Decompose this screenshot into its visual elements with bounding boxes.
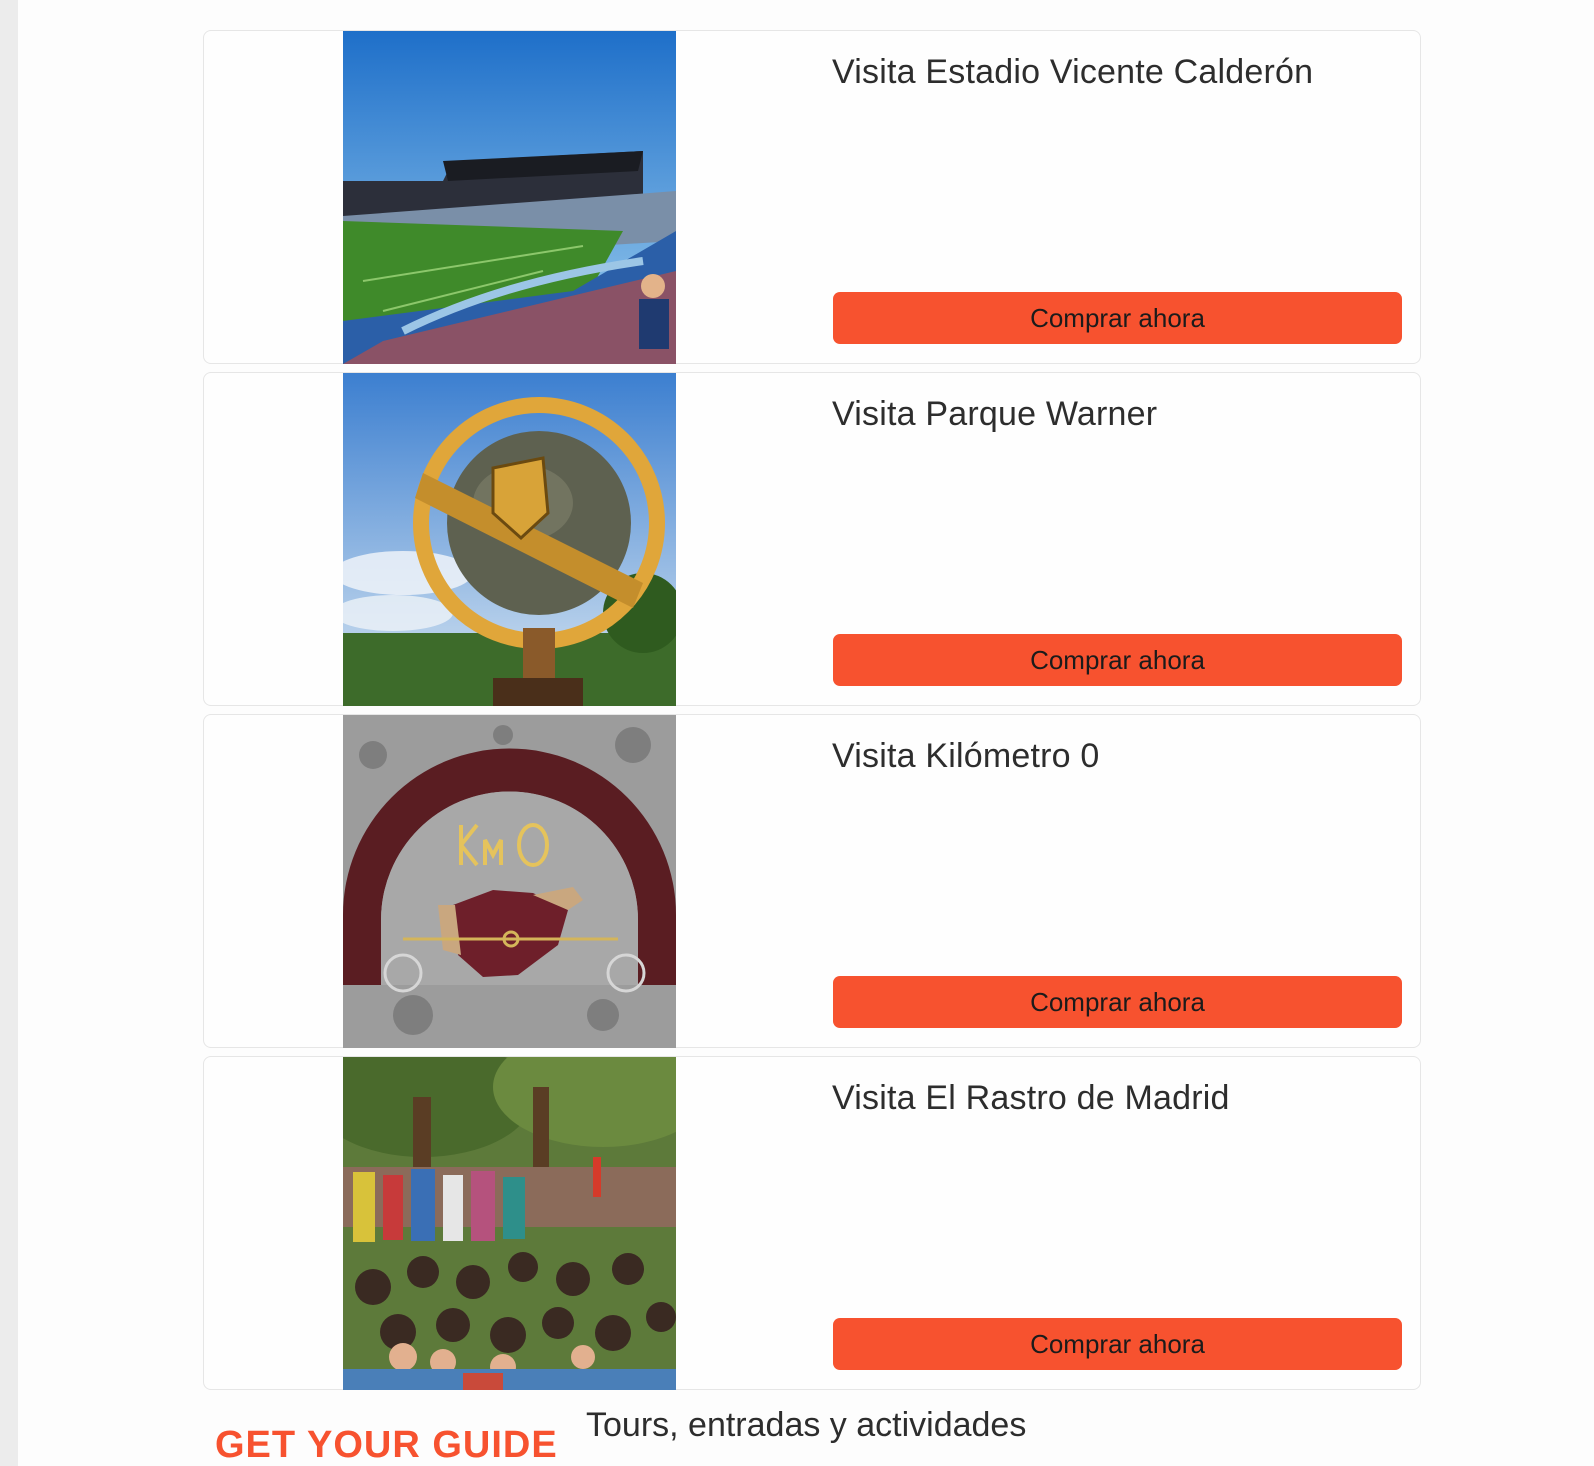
activity-title: Visita Parque Warner xyxy=(832,395,1158,433)
buy-now-button[interactable]: Comprar ahora xyxy=(833,1318,1402,1370)
getyourguide-logo[interactable]: GET YOUR GUIDE xyxy=(215,1424,558,1466)
activity-card: Visita Kilómetro 0 Comprar ahora xyxy=(203,714,1421,1048)
activity-image[interactable] xyxy=(343,1057,676,1390)
km0-plaque-photo xyxy=(343,715,676,1048)
buy-now-button[interactable]: Comprar ahora xyxy=(833,976,1402,1028)
footer: GET YOUR GUIDE Tours, entradas y activid… xyxy=(203,1398,1423,1466)
warner-globe-photo xyxy=(343,373,676,706)
activity-image[interactable] xyxy=(343,715,676,1048)
buy-now-button[interactable]: Comprar ahora xyxy=(833,634,1402,686)
activity-title: Visita El Rastro de Madrid xyxy=(832,1079,1230,1117)
activity-card: Visita El Rastro de Madrid Comprar ahora xyxy=(203,1056,1421,1390)
buy-now-button[interactable]: Comprar ahora xyxy=(833,292,1402,344)
activity-title: Visita Kilómetro 0 xyxy=(832,737,1100,775)
footer-tagline: Tours, entradas y actividades xyxy=(586,1406,1027,1444)
activity-card: Visita Estadio Vicente Calderón Comprar … xyxy=(203,30,1421,364)
activity-image[interactable] xyxy=(343,373,676,706)
activity-title: Visita Estadio Vicente Calderón xyxy=(832,53,1314,91)
activity-image[interactable] xyxy=(343,31,676,364)
stadium-photo xyxy=(343,31,676,364)
rastro-market-photo xyxy=(343,1057,676,1390)
activity-card: Visita Parque Warner Comprar ahora xyxy=(203,372,1421,706)
left-scroll-rail xyxy=(0,0,18,1466)
